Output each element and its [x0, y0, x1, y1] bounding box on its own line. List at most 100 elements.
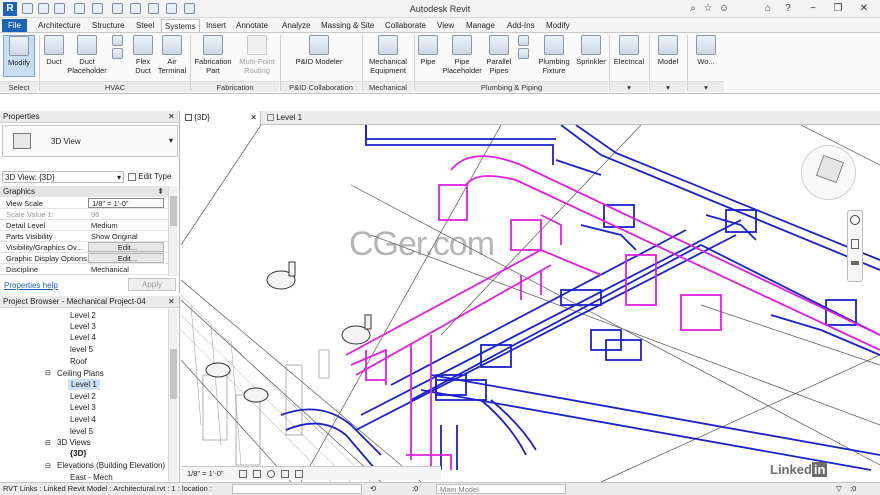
worksets-dropdown[interactable]	[232, 484, 362, 494]
close-icon[interactable]: ✕	[856, 2, 872, 15]
tab-close-icon[interactable]: ✕	[250, 111, 257, 124]
sprinkler-button[interactable]: Sprinkler	[575, 35, 607, 77]
zoom-icon[interactable]	[851, 239, 859, 249]
vg-edit-button[interactable]: Edit...	[88, 242, 164, 252]
edit-type-button[interactable]: Edit Type	[128, 171, 178, 183]
flex-duct-button[interactable]: Flex Duct	[130, 35, 156, 77]
model-button[interactable]: Model	[651, 35, 685, 77]
properties-help-link[interactable]: Properties help	[4, 281, 58, 290]
design-options-dropdown[interactable]: Main Model	[436, 484, 566, 494]
tab-massing-site[interactable]: Massing & Site	[318, 19, 377, 32]
panel-mechanical[interactable]: Mechanical	[363, 81, 413, 92]
duct-button[interactable]: Duct	[42, 35, 66, 77]
tree-item-folder[interactable]: 3D Views	[57, 437, 91, 448]
tab-annotate[interactable]: Annotate	[233, 19, 271, 32]
panel-fabrication[interactable]: Fabrication	[191, 81, 279, 92]
mechanical-equipment-button[interactable]: Mechanical Equipment	[364, 35, 412, 77]
tree-item[interactable]: level 5	[70, 344, 93, 355]
apply-button[interactable]: Apply	[128, 278, 176, 291]
tab-collaborate[interactable]: Collaborate	[382, 19, 429, 32]
property-row[interactable]: Detail Level Medium	[0, 220, 168, 231]
nav-menu-icon[interactable]	[851, 261, 859, 265]
minimize-icon[interactable]: −	[805, 2, 821, 15]
collapse-icon[interactable]: ⊟	[45, 439, 51, 447]
maximize-icon[interactable]: ❐	[830, 2, 846, 15]
properties-scrollbar[interactable]	[168, 186, 178, 276]
tree-item[interactable]: Level 2	[70, 310, 96, 321]
tab-manage[interactable]: Manage	[463, 19, 498, 32]
visual-style-icon[interactable]	[253, 470, 261, 478]
electrical-button[interactable]: Electrical	[611, 35, 647, 77]
tree-item[interactable]: Level 3	[70, 321, 96, 332]
tree-item-folder[interactable]: Elevations (Building Elevation)	[57, 460, 165, 471]
tab-file[interactable]: File	[2, 19, 27, 32]
tree-item-selected[interactable]: Level 1	[68, 379, 100, 390]
panel-pid[interactable]: P&ID Collaboration	[281, 81, 361, 92]
air-terminal-button[interactable]: Air Terminal	[157, 35, 187, 77]
modify-button[interactable]: Modify	[3, 35, 35, 77]
scale-label[interactable]: 1/8" = 1'-0"	[187, 467, 224, 480]
tab-3d-view[interactable]: {3D} ✕	[181, 111, 261, 125]
3d-viewport[interactable]: CGer.com	[181, 125, 880, 482]
user-icon[interactable]: ☺	[716, 2, 732, 15]
binoculars-icon[interactable]: ⌕	[685, 2, 701, 15]
tree-item-current[interactable]: {3D}	[70, 448, 86, 459]
view-scale-field[interactable]: 1/8" = 1'-0"	[88, 198, 164, 208]
tree-item[interactable]: Level 4	[70, 332, 96, 343]
help-icon[interactable]: ?	[780, 2, 796, 15]
type-selector[interactable]: 3D View ▾	[2, 125, 178, 157]
property-row[interactable]: Parts Visibility Show Original	[0, 231, 168, 242]
tree-item[interactable]: Level 2	[70, 391, 96, 402]
properties-close-icon[interactable]: ✕	[168, 112, 175, 121]
steering-wheel-icon[interactable]	[850, 215, 860, 225]
tab-level-1[interactable]: Level 1	[263, 111, 343, 125]
collapse-icon[interactable]: ⊟	[45, 369, 51, 377]
duct-tools-button[interactable]	[110, 35, 124, 77]
group-header-graphics[interactable]: Graphics ⇞	[0, 186, 168, 197]
fabrication-part-button[interactable]: Fabrication Part	[192, 35, 234, 77]
tab-add-ins[interactable]: Add-Ins	[504, 19, 538, 32]
multi-point-routing-button[interactable]: Multi-Point Routing	[235, 35, 279, 77]
panel-workplane-dropdown[interactable]: ▾	[688, 81, 724, 92]
sun-path-icon[interactable]	[267, 470, 275, 478]
panel-plumbing[interactable]: Plumbing & Piping	[415, 81, 608, 92]
tab-analyze[interactable]: Analyze	[279, 19, 313, 32]
detail-level-icon[interactable]	[239, 470, 247, 478]
panel-model-dropdown[interactable]: ▾	[650, 81, 686, 92]
browser-close-icon[interactable]: ✕	[168, 297, 175, 306]
panel-hvac[interactable]: HVAC	[40, 81, 190, 92]
tree-item[interactable]: Level 3	[70, 402, 96, 413]
view-instance-selector[interactable]: 3D View: {3D} ▾	[2, 171, 124, 183]
tab-insert[interactable]: Insert	[203, 19, 229, 32]
pipe-button[interactable]: Pipe	[416, 35, 440, 77]
panel-select[interactable]: Select	[0, 81, 38, 92]
selection-filter-icon[interactable]: ▽	[836, 483, 842, 495]
shadows-icon[interactable]	[281, 470, 289, 478]
browser-scrollbar[interactable]	[168, 309, 178, 481]
tab-steel[interactable]: Steel	[133, 19, 157, 32]
plumbing-fixture-button[interactable]: Plumbing Fixture	[534, 35, 574, 77]
tab-structure[interactable]: Structure	[89, 19, 127, 32]
parallel-pipes-button[interactable]: Parallel Pipes	[484, 35, 514, 77]
panel-electrical-dropdown[interactable]: ▾	[610, 81, 648, 92]
graphic-display-edit-button[interactable]: Edit...	[88, 253, 164, 263]
tab-systems[interactable]: Systems	[161, 19, 200, 32]
collapse-icon[interactable]: ⊟	[45, 462, 51, 470]
render-icon[interactable]	[295, 470, 303, 478]
pid-modeler-button[interactable]: P&ID Modeler	[290, 35, 348, 77]
tree-item[interactable]: Roof	[70, 356, 87, 367]
property-row[interactable]: Discipline Mechanical	[0, 264, 168, 275]
sync-status-icon[interactable]: ⟲	[370, 483, 376, 495]
star-icon[interactable]: ☆	[700, 2, 716, 15]
cart-icon[interactable]: ⌂	[760, 2, 776, 15]
tree-item[interactable]: level 5	[70, 426, 93, 437]
pipe-placeholder-button[interactable]: Pipe Placeholder	[441, 35, 483, 77]
tab-modify[interactable]: Modify	[543, 19, 573, 32]
tree-item[interactable]: East - Mech	[70, 472, 113, 480]
tab-architecture[interactable]: Architecture	[35, 19, 84, 32]
tree-item-folder[interactable]: Ceiling Plans	[57, 368, 104, 379]
duct-placeholder-button[interactable]: Duct Placeholder	[66, 35, 108, 77]
pipe-tools-button[interactable]	[516, 35, 530, 77]
workplane-button[interactable]: Wo...	[689, 35, 723, 77]
tab-view[interactable]: View	[434, 19, 457, 32]
